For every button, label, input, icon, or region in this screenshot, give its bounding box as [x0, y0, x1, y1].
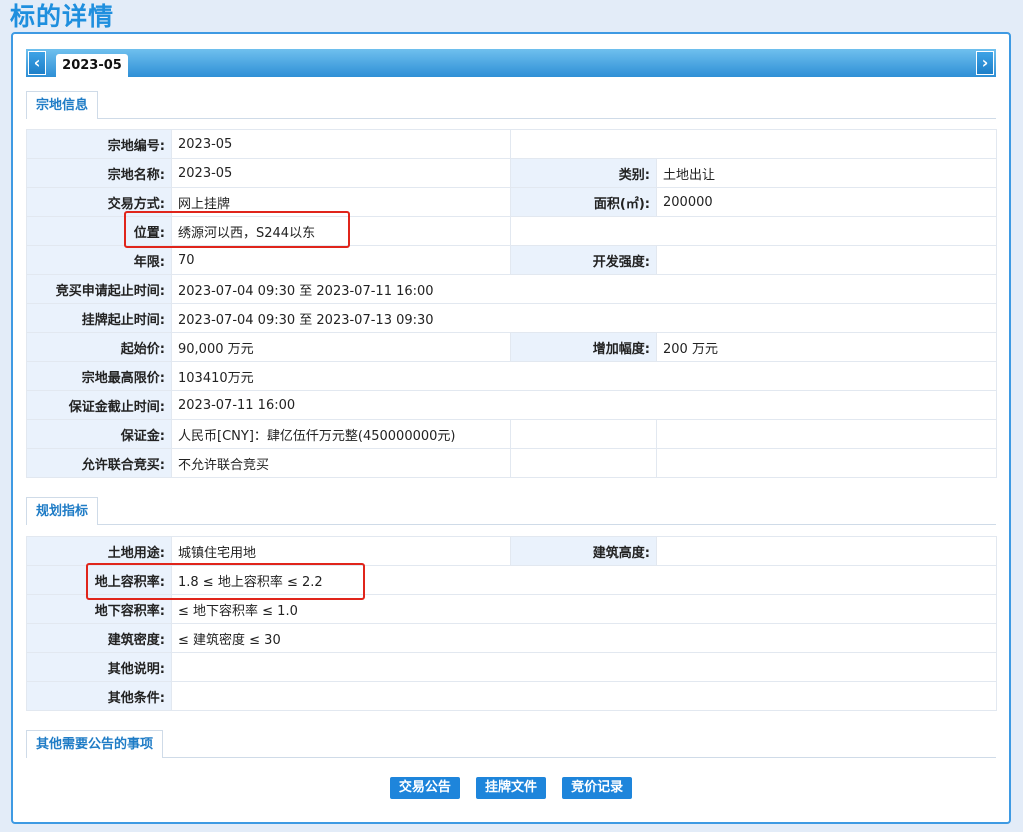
- category-value: 土地出让: [656, 158, 997, 188]
- parcel-code-label: 宗地编号:: [26, 129, 172, 159]
- increment-value: 200 万元: [656, 332, 997, 362]
- land-use-label: 土地用途:: [26, 536, 172, 566]
- deposit-value: 人民币[CNY]：肆亿伍仟万元整(450000000元): [171, 419, 511, 449]
- listing-period-value: 2023-07-04 09:30 至 2023-07-13 09:30: [171, 303, 997, 333]
- start-price-label: 起始价:: [26, 332, 172, 362]
- table-row: 宗地名称: 2023-05 类别: 土地出让: [26, 158, 997, 188]
- section-header-planning: 规划指标: [26, 497, 996, 525]
- increment-label: 增加幅度:: [510, 332, 657, 362]
- parcel-code-value: 2023-05: [171, 129, 511, 159]
- action-button-row: 交易公告 挂牌文件 竞价记录: [13, 777, 1009, 799]
- start-price-value: 90,000 万元: [171, 332, 511, 362]
- trade-announcement-button[interactable]: 交易公告: [389, 777, 460, 799]
- section-tab-notices[interactable]: 其他需要公告的事项: [26, 730, 164, 758]
- table-row: 竞买申请起止时间: 2023-07-04 09:30 至 2023-07-11 …: [26, 274, 997, 304]
- other-cond-label: 其他条件:: [26, 681, 172, 711]
- density-value: ≤ 建筑密度 ≤ 30: [171, 623, 997, 653]
- building-height-value: [656, 536, 997, 566]
- location-highlight-box: [124, 211, 350, 248]
- term-value: 70: [171, 245, 511, 275]
- land-use-value: 城镇住宅用地: [171, 536, 511, 566]
- table-row: 土地用途: 城镇住宅用地 建筑高度:: [26, 536, 997, 566]
- table-row: 建筑密度: ≤ 建筑密度 ≤ 30: [26, 623, 997, 653]
- parcel-name-label: 宗地名称:: [26, 158, 172, 188]
- table-row: 挂牌起止时间: 2023-07-04 09:30 至 2023-07-13 09…: [26, 303, 997, 333]
- apply-period-label: 竞买申请起止时间:: [26, 274, 172, 304]
- deposit-deadline-label: 保证金截止时间:: [26, 390, 172, 420]
- table-row: 年限: 70 开发强度:: [26, 245, 997, 275]
- max-price-label: 宗地最高限价:: [26, 361, 172, 391]
- table-row: 宗地编号: 2023-05: [26, 129, 997, 159]
- table-row: 宗地最高限价: 103410万元: [26, 361, 997, 391]
- table-row: 允许联合竞买: 不允许联合竞买: [26, 448, 997, 478]
- density-label: 建筑密度:: [26, 623, 172, 653]
- section-tab-parcel-info[interactable]: 宗地信息: [26, 91, 99, 119]
- intensity-label: 开发强度:: [510, 245, 657, 275]
- parcel-name-value: 2023-05: [171, 158, 511, 188]
- table-row: 其他条件:: [26, 681, 997, 711]
- section-tab-planning[interactable]: 规划指标: [26, 497, 99, 525]
- table-row: 其他说明:: [26, 652, 997, 682]
- other-desc-value: [171, 652, 997, 682]
- parcel-info-table: 宗地编号: 2023-05 宗地名称: 2023-05 类别: 土地出让 交易方…: [26, 129, 997, 478]
- tab-next-arrow-icon[interactable]: ›: [976, 51, 994, 75]
- max-price-value: 103410万元: [171, 361, 997, 391]
- listing-documents-button[interactable]: 挂牌文件: [475, 777, 546, 799]
- joint-bid-value: 不允许联合竞买: [171, 448, 511, 478]
- term-label: 年限:: [26, 245, 172, 275]
- listing-period-label: 挂牌起止时间:: [26, 303, 172, 333]
- intensity-value: [656, 245, 997, 275]
- table-row: 起始价: 90,000 万元 增加幅度: 200 万元: [26, 332, 997, 362]
- bid-records-button[interactable]: 竞价记录: [562, 777, 633, 799]
- deposit-label: 保证金:: [26, 419, 172, 449]
- area-value: 200000: [656, 187, 997, 217]
- tab-2023-05[interactable]: 2023-05: [56, 54, 128, 77]
- section-header-notices: 其他需要公告的事项: [26, 730, 996, 758]
- section-header-parcel: 宗地信息: [26, 91, 996, 119]
- table-row: 保证金: 人民币[CNY]：肆亿伍仟万元整(450000000元): [26, 419, 997, 449]
- joint-bid-label: 允许联合竞买:: [26, 448, 172, 478]
- far-highlight-box: [86, 563, 365, 600]
- other-desc-label: 其他说明:: [26, 652, 172, 682]
- tab-prev-arrow-icon[interactable]: ‹: [28, 51, 46, 75]
- building-height-label: 建筑高度:: [510, 536, 657, 566]
- apply-period-value: 2023-07-04 09:30 至 2023-07-11 16:00: [171, 274, 997, 304]
- deposit-deadline-value: 2023-07-11 16:00: [171, 390, 997, 420]
- table-row: 保证金截止时间: 2023-07-11 16:00: [26, 390, 997, 420]
- area-label: 面积(㎡):: [510, 187, 657, 217]
- page-title: 标的详情: [10, 2, 115, 31]
- tab-bar: ‹ 2023-05 ›: [26, 49, 996, 77]
- category-label: 类别:: [510, 158, 657, 188]
- other-cond-value: [171, 681, 997, 711]
- detail-panel: ‹ 2023-05 › 宗地信息 宗地编号: 2023-05 宗地名称: 202…: [11, 32, 1011, 824]
